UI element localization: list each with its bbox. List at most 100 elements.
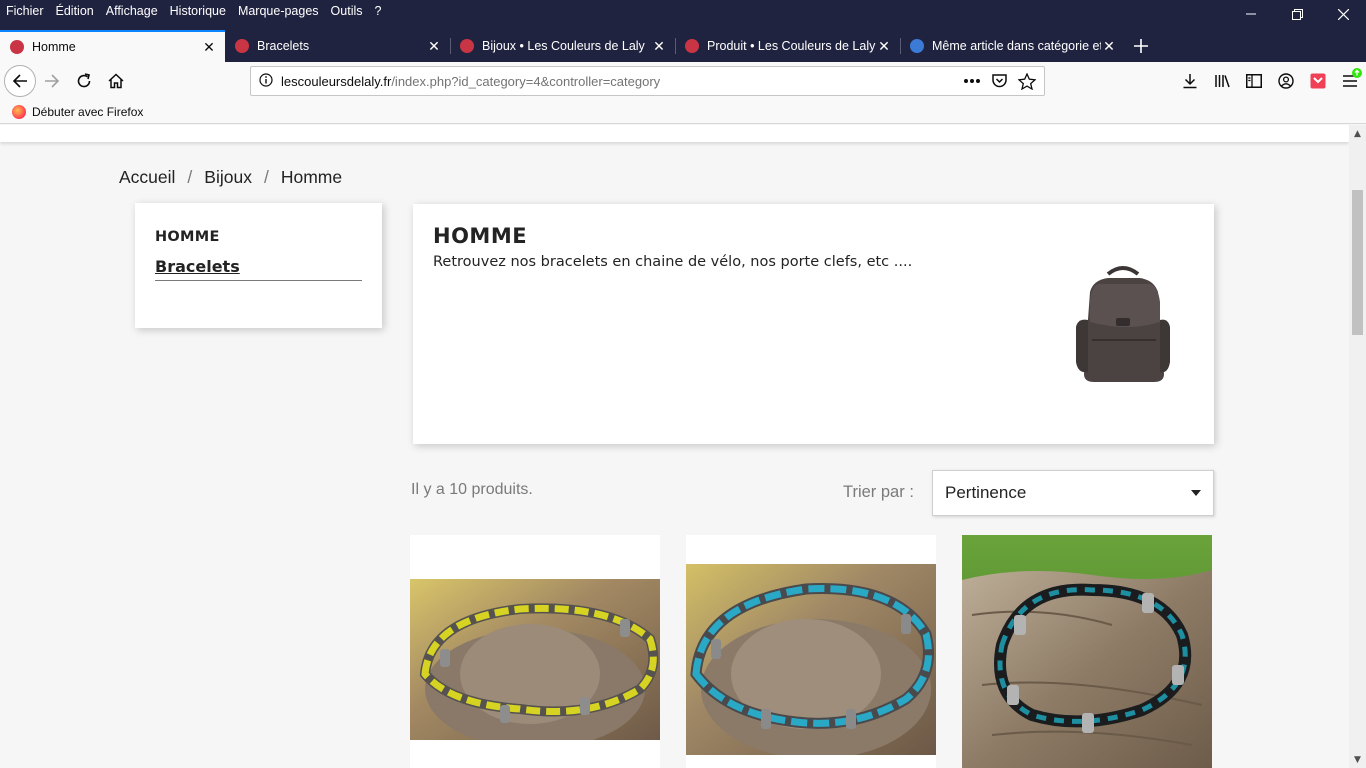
forward-button[interactable] xyxy=(36,65,68,97)
close-icon xyxy=(1337,8,1349,20)
url-path: /index.php?id_category=4&controller=cate… xyxy=(391,73,661,89)
window-titlebar: Fichier Édition Affichage Historique Mar… xyxy=(0,0,1366,62)
home-button[interactable] xyxy=(100,65,132,97)
menu-bar: Fichier Édition Affichage Historique Mar… xyxy=(0,0,387,22)
tab-title: Homme xyxy=(32,40,76,54)
tab-title: Bijoux • Les Couleurs de Laly xyxy=(482,39,645,53)
sort-selected-value: Pertinence xyxy=(945,483,1027,502)
pocket-extension-icon xyxy=(1310,73,1326,89)
product-card[interactable] xyxy=(410,535,660,768)
menu-aide[interactable]: ? xyxy=(375,4,382,18)
menu-historique[interactable]: Historique xyxy=(170,4,226,18)
site-info-icon[interactable] xyxy=(251,72,281,91)
category-link-bracelets[interactable]: Bracelets xyxy=(155,257,362,281)
scrollbar-thumb[interactable] xyxy=(1352,190,1363,335)
product-count: Il y a 10 produits. xyxy=(411,481,533,498)
product-image-yellow-bracelet[interactable] xyxy=(410,579,660,740)
minimize-button[interactable] xyxy=(1228,0,1274,28)
category-tree-title[interactable]: HOMME xyxy=(155,229,362,245)
arrow-left-icon xyxy=(12,74,27,88)
library-button[interactable] xyxy=(1206,65,1238,97)
site-header-strip xyxy=(0,125,1349,142)
tab-title: Bracelets xyxy=(257,39,310,53)
url-domain: lescouleursdelaly.fr xyxy=(281,73,392,89)
restore-icon xyxy=(1291,8,1303,20)
site-favicon-icon xyxy=(235,39,249,53)
tab-title: Produit • Les Couleurs de Laly xyxy=(707,39,876,53)
bookmarks-toolbar: Débuter avec Firefox xyxy=(0,100,1366,124)
scroll-up-arrow-icon[interactable]: ▲ xyxy=(1349,125,1366,142)
pocket-icon[interactable] xyxy=(991,73,1008,89)
site-favicon-icon xyxy=(685,39,699,53)
url-text[interactable]: lescouleursdelaly.fr/index.php?id_catego… xyxy=(281,74,963,89)
sidebar-button[interactable] xyxy=(1238,65,1270,97)
home-icon xyxy=(108,73,124,89)
arrow-right-icon xyxy=(45,74,60,88)
breadcrumb-homme: Homme xyxy=(280,167,343,187)
breadcrumb-separator: / xyxy=(263,167,269,187)
navigation-toolbar: lescouleursdelaly.fr/index.php?id_catego… xyxy=(0,62,1366,100)
tab-bracelets[interactable]: Bracelets ✕ xyxy=(225,30,450,62)
page-scrollbar[interactable]: ▲ ▼ xyxy=(1349,125,1366,768)
tab-meme-article[interactable]: Même article dans catégorie et ✕ xyxy=(900,30,1125,62)
menu-edition[interactable]: Édition xyxy=(56,4,94,18)
tab-close-icon[interactable]: ✕ xyxy=(876,38,892,55)
category-header: HOMME Retrouvez nos bracelets en chaine … xyxy=(413,204,1214,444)
pocket-extension-button[interactable] xyxy=(1302,65,1334,97)
download-icon xyxy=(1183,74,1197,89)
category-tree: HOMME Bracelets xyxy=(135,203,382,328)
sort-label: Trier par : xyxy=(843,483,914,501)
product-image-turquoise-bracelet[interactable] xyxy=(686,564,936,755)
bookmark-label: Débuter avec Firefox xyxy=(32,104,144,119)
minimize-icon xyxy=(1246,13,1256,15)
tab-close-icon[interactable]: ✕ xyxy=(201,39,217,56)
tab-close-icon[interactable]: ✕ xyxy=(1101,38,1117,55)
library-icon xyxy=(1214,75,1230,88)
page-actions-icon[interactable] xyxy=(963,78,981,84)
tab-close-icon[interactable]: ✕ xyxy=(426,38,442,55)
address-bar[interactable]: lescouleursdelaly.fr/index.php?id_catego… xyxy=(250,66,1045,96)
reload-icon xyxy=(77,73,91,88)
tab-homme[interactable]: Homme ✕ xyxy=(0,30,225,62)
star-bookmark-icon[interactable] xyxy=(1018,72,1036,90)
account-icon xyxy=(1278,73,1294,89)
sidebar-icon xyxy=(1246,74,1262,88)
site-favicon-icon xyxy=(460,39,474,53)
breadcrumb-separator: / xyxy=(187,167,193,187)
window-controls xyxy=(1228,0,1366,28)
product-image-teal-black-bracelet[interactable] xyxy=(962,535,1212,768)
new-tab-button[interactable] xyxy=(1125,30,1157,62)
product-card[interactable] xyxy=(686,535,936,768)
menu-outils[interactable]: Outils xyxy=(331,4,363,18)
sort-dropdown[interactable]: Pertinence xyxy=(932,470,1214,516)
product-card[interactable] xyxy=(962,535,1212,768)
back-button[interactable] xyxy=(4,65,36,97)
account-button[interactable] xyxy=(1270,65,1302,97)
site-favicon-icon xyxy=(910,39,924,53)
bookmark-debuter-firefox[interactable]: Débuter avec Firefox xyxy=(12,104,144,119)
close-window-button[interactable] xyxy=(1320,0,1366,28)
breadcrumb-accueil[interactable]: Accueil xyxy=(119,167,175,188)
tab-title: Même article dans catégorie et xyxy=(932,39,1101,53)
breadcrumb: Accueil / Bijoux / Homme xyxy=(119,167,342,188)
menu-marque-pages[interactable]: Marque-pages xyxy=(238,4,319,18)
tab-produit[interactable]: Produit • Les Couleurs de Laly ✕ xyxy=(675,30,900,62)
page-viewport: Accueil / Bijoux / Homme HOMME Bracelets… xyxy=(0,125,1349,768)
menu-affichage[interactable]: Affichage xyxy=(106,4,158,18)
tab-bijoux[interactable]: Bijoux • Les Couleurs de Laly ✕ xyxy=(450,30,675,62)
update-badge-icon xyxy=(1352,68,1362,78)
reload-button[interactable] xyxy=(68,65,100,97)
category-title: HOMME xyxy=(433,224,528,248)
tab-close-icon[interactable]: ✕ xyxy=(651,38,667,55)
firefox-icon xyxy=(12,104,26,119)
scroll-down-arrow-icon[interactable]: ▼ xyxy=(1349,751,1366,768)
restore-button[interactable] xyxy=(1274,0,1320,28)
url-actions xyxy=(963,72,1036,90)
menu-fichier[interactable]: Fichier xyxy=(6,4,44,18)
app-menu-button[interactable] xyxy=(1334,65,1366,97)
category-backpack-image xyxy=(1076,266,1170,382)
tab-strip: Homme ✕ Bracelets ✕ Bijoux • Les Couleur… xyxy=(0,30,1157,62)
downloads-button[interactable] xyxy=(1174,65,1206,97)
breadcrumb-bijoux[interactable]: Bijoux xyxy=(204,167,252,188)
toolbar-right xyxy=(1174,62,1366,100)
